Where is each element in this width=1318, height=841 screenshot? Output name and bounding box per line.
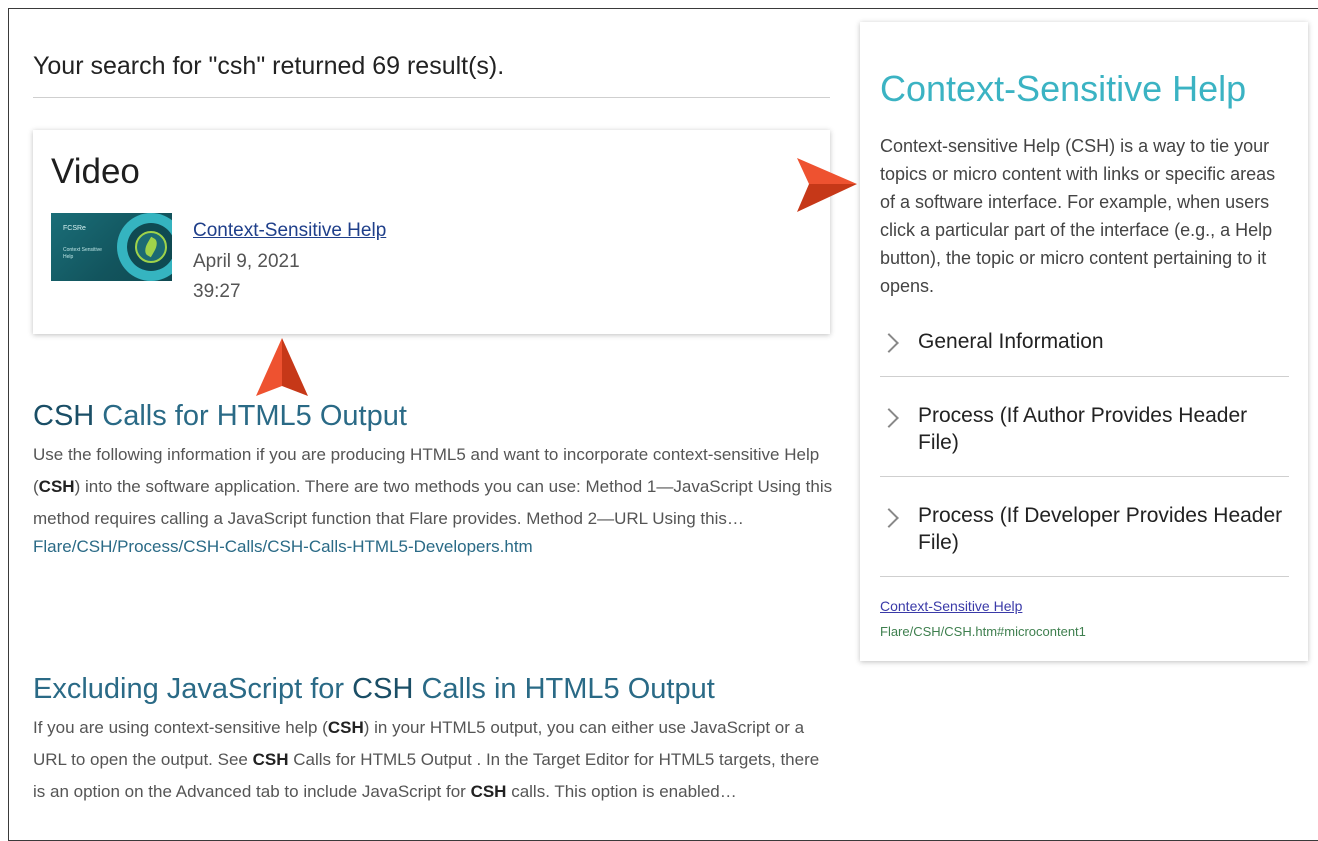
result-title-link[interactable]: CSH Calls for HTML5 Output — [33, 400, 833, 433]
callout-arrow-up-icon — [256, 338, 308, 396]
result-snippet: If you are using context-sensitive help … — [33, 712, 833, 808]
video-date: April 9, 2021 — [193, 251, 300, 272]
snippet-highlight: CSH — [470, 782, 507, 801]
video-duration: 39:27 — [193, 281, 241, 302]
result-title-suffix: Calls in HTML5 Output — [413, 673, 715, 705]
chevron-right-icon — [879, 408, 899, 428]
video-heading: Video — [51, 152, 140, 191]
result-title-prefix: Excluding JavaScript for — [33, 673, 353, 705]
snippet-text: ) into the software application. There a… — [33, 477, 833, 528]
result-title-link[interactable]: Excluding JavaScript for CSH Calls in HT… — [33, 673, 833, 706]
accordion-label: General Information — [918, 330, 1104, 353]
result-snippet: Use the following information if you are… — [33, 439, 833, 535]
callout-arrow-right-icon — [797, 158, 857, 212]
panel-title: Context-Sensitive Help — [880, 68, 1247, 109]
accordion-item-developer-header-file[interactable]: Process (If Developer Provides Header Fi… — [879, 476, 1289, 577]
accordion-label: Process (If Developer Provides Header Fi… — [918, 504, 1283, 554]
search-result-item: CSH Calls for HTML5 Output Use the follo… — [33, 400, 833, 557]
video-thumbnail[interactable]: FCSRe Context Sensitive Help — [51, 213, 172, 281]
result-title-suffix: Calls for HTML5 Output — [94, 400, 407, 432]
snippet-highlight: CSH — [38, 477, 75, 496]
panel-topic-path: Flare/CSH/CSH.htm#microcontent1 — [880, 624, 1086, 639]
thumbnail-subtitle: Context Sensitive Help — [63, 247, 102, 260]
chevron-right-icon — [879, 333, 899, 353]
panel-description: Context-sensitive Help (CSH) is a way to… — [880, 136, 1276, 296]
result-title-highlight: CSH — [352, 673, 414, 705]
panel-topic-link[interactable]: Context-Sensitive Help — [880, 598, 1022, 614]
accordion-item-general-information[interactable]: General Information — [879, 322, 1289, 377]
thumbnail-logo: FCSRe — [63, 225, 86, 232]
micro-content-panel: Context-Sensitive Help Context-sensitive… — [860, 22, 1308, 661]
snippet-text: If you are using context-sensitive help … — [33, 718, 328, 737]
result-path[interactable]: Flare/CSH/Process/CSH-Calls/CSH-Calls-HT… — [33, 537, 833, 557]
accordion-label: Process (If Author Provides Header File) — [918, 404, 1248, 454]
snippet-highlight: CSH — [327, 718, 364, 737]
search-summary: Your search for "csh" returned 69 result… — [33, 52, 830, 98]
snippet-text: calls. This option is enabled… — [506, 782, 737, 801]
search-result-item: Excluding JavaScript for CSH Calls in HT… — [33, 673, 833, 808]
snippet-highlight: CSH — [252, 750, 289, 769]
video-title-link[interactable]: Context-Sensitive Help — [193, 220, 386, 242]
result-title-highlight: CSH — [33, 400, 95, 432]
chevron-right-icon — [879, 508, 899, 528]
video-result-card: Video FCSRe Context Sensitive Help Conte… — [33, 130, 830, 334]
accordion-item-author-header-file[interactable]: Process (If Author Provides Header File) — [879, 376, 1289, 477]
